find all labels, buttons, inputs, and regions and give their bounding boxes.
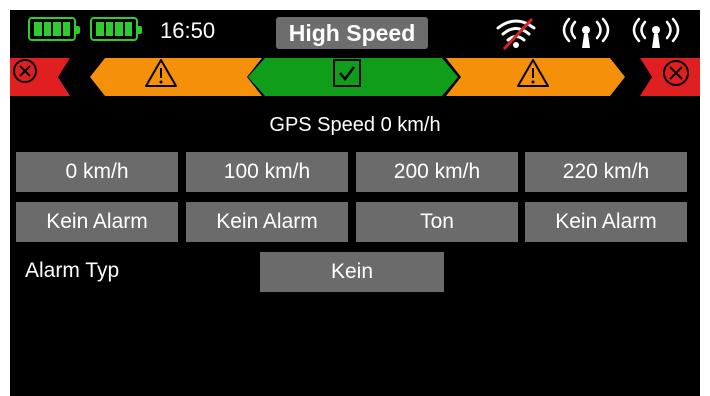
warning-triangle-icon xyxy=(516,58,556,96)
alarm-select-button-4[interactable]: Kein Alarm xyxy=(525,202,687,242)
speed-threshold-button-1[interactable]: 0 km/h xyxy=(16,152,178,192)
speed-threshold-button-3[interactable]: 200 km/h xyxy=(356,152,518,192)
battery-icon xyxy=(28,17,80,41)
alarm-select-button-1[interactable]: Kein Alarm xyxy=(16,202,178,242)
warning-triangle-icon xyxy=(144,58,184,96)
error-circle-x-icon xyxy=(12,58,42,96)
checkbox-check-icon xyxy=(332,58,372,96)
clock: 16:50 xyxy=(160,18,216,43)
error-circle-x-icon xyxy=(661,58,697,96)
speed-threshold-button-4[interactable]: 220 km/h xyxy=(525,152,687,192)
wifi-disabled-icon xyxy=(496,17,536,50)
speed-threshold-button-2[interactable]: 100 km/h xyxy=(186,152,348,192)
alarm-type-label: Alarm Typ xyxy=(25,259,120,282)
alarm-select-button-2[interactable]: Kein Alarm xyxy=(186,202,348,242)
antenna-signal-icon xyxy=(562,17,610,48)
alarm-select-button-3[interactable]: Ton xyxy=(356,202,518,242)
indicator-strip xyxy=(10,56,700,98)
screen: 16:50 High Speed GPS Speed 0 km/h 0 km/h… xyxy=(10,10,700,396)
gps-speed-label: GPS Speed 0 km/h xyxy=(269,114,441,136)
mode-badge[interactable]: High Speed xyxy=(276,17,428,49)
battery-icon xyxy=(90,17,142,41)
alarm-type-button[interactable]: Kein xyxy=(260,252,444,292)
antenna-signal-icon xyxy=(632,17,680,48)
